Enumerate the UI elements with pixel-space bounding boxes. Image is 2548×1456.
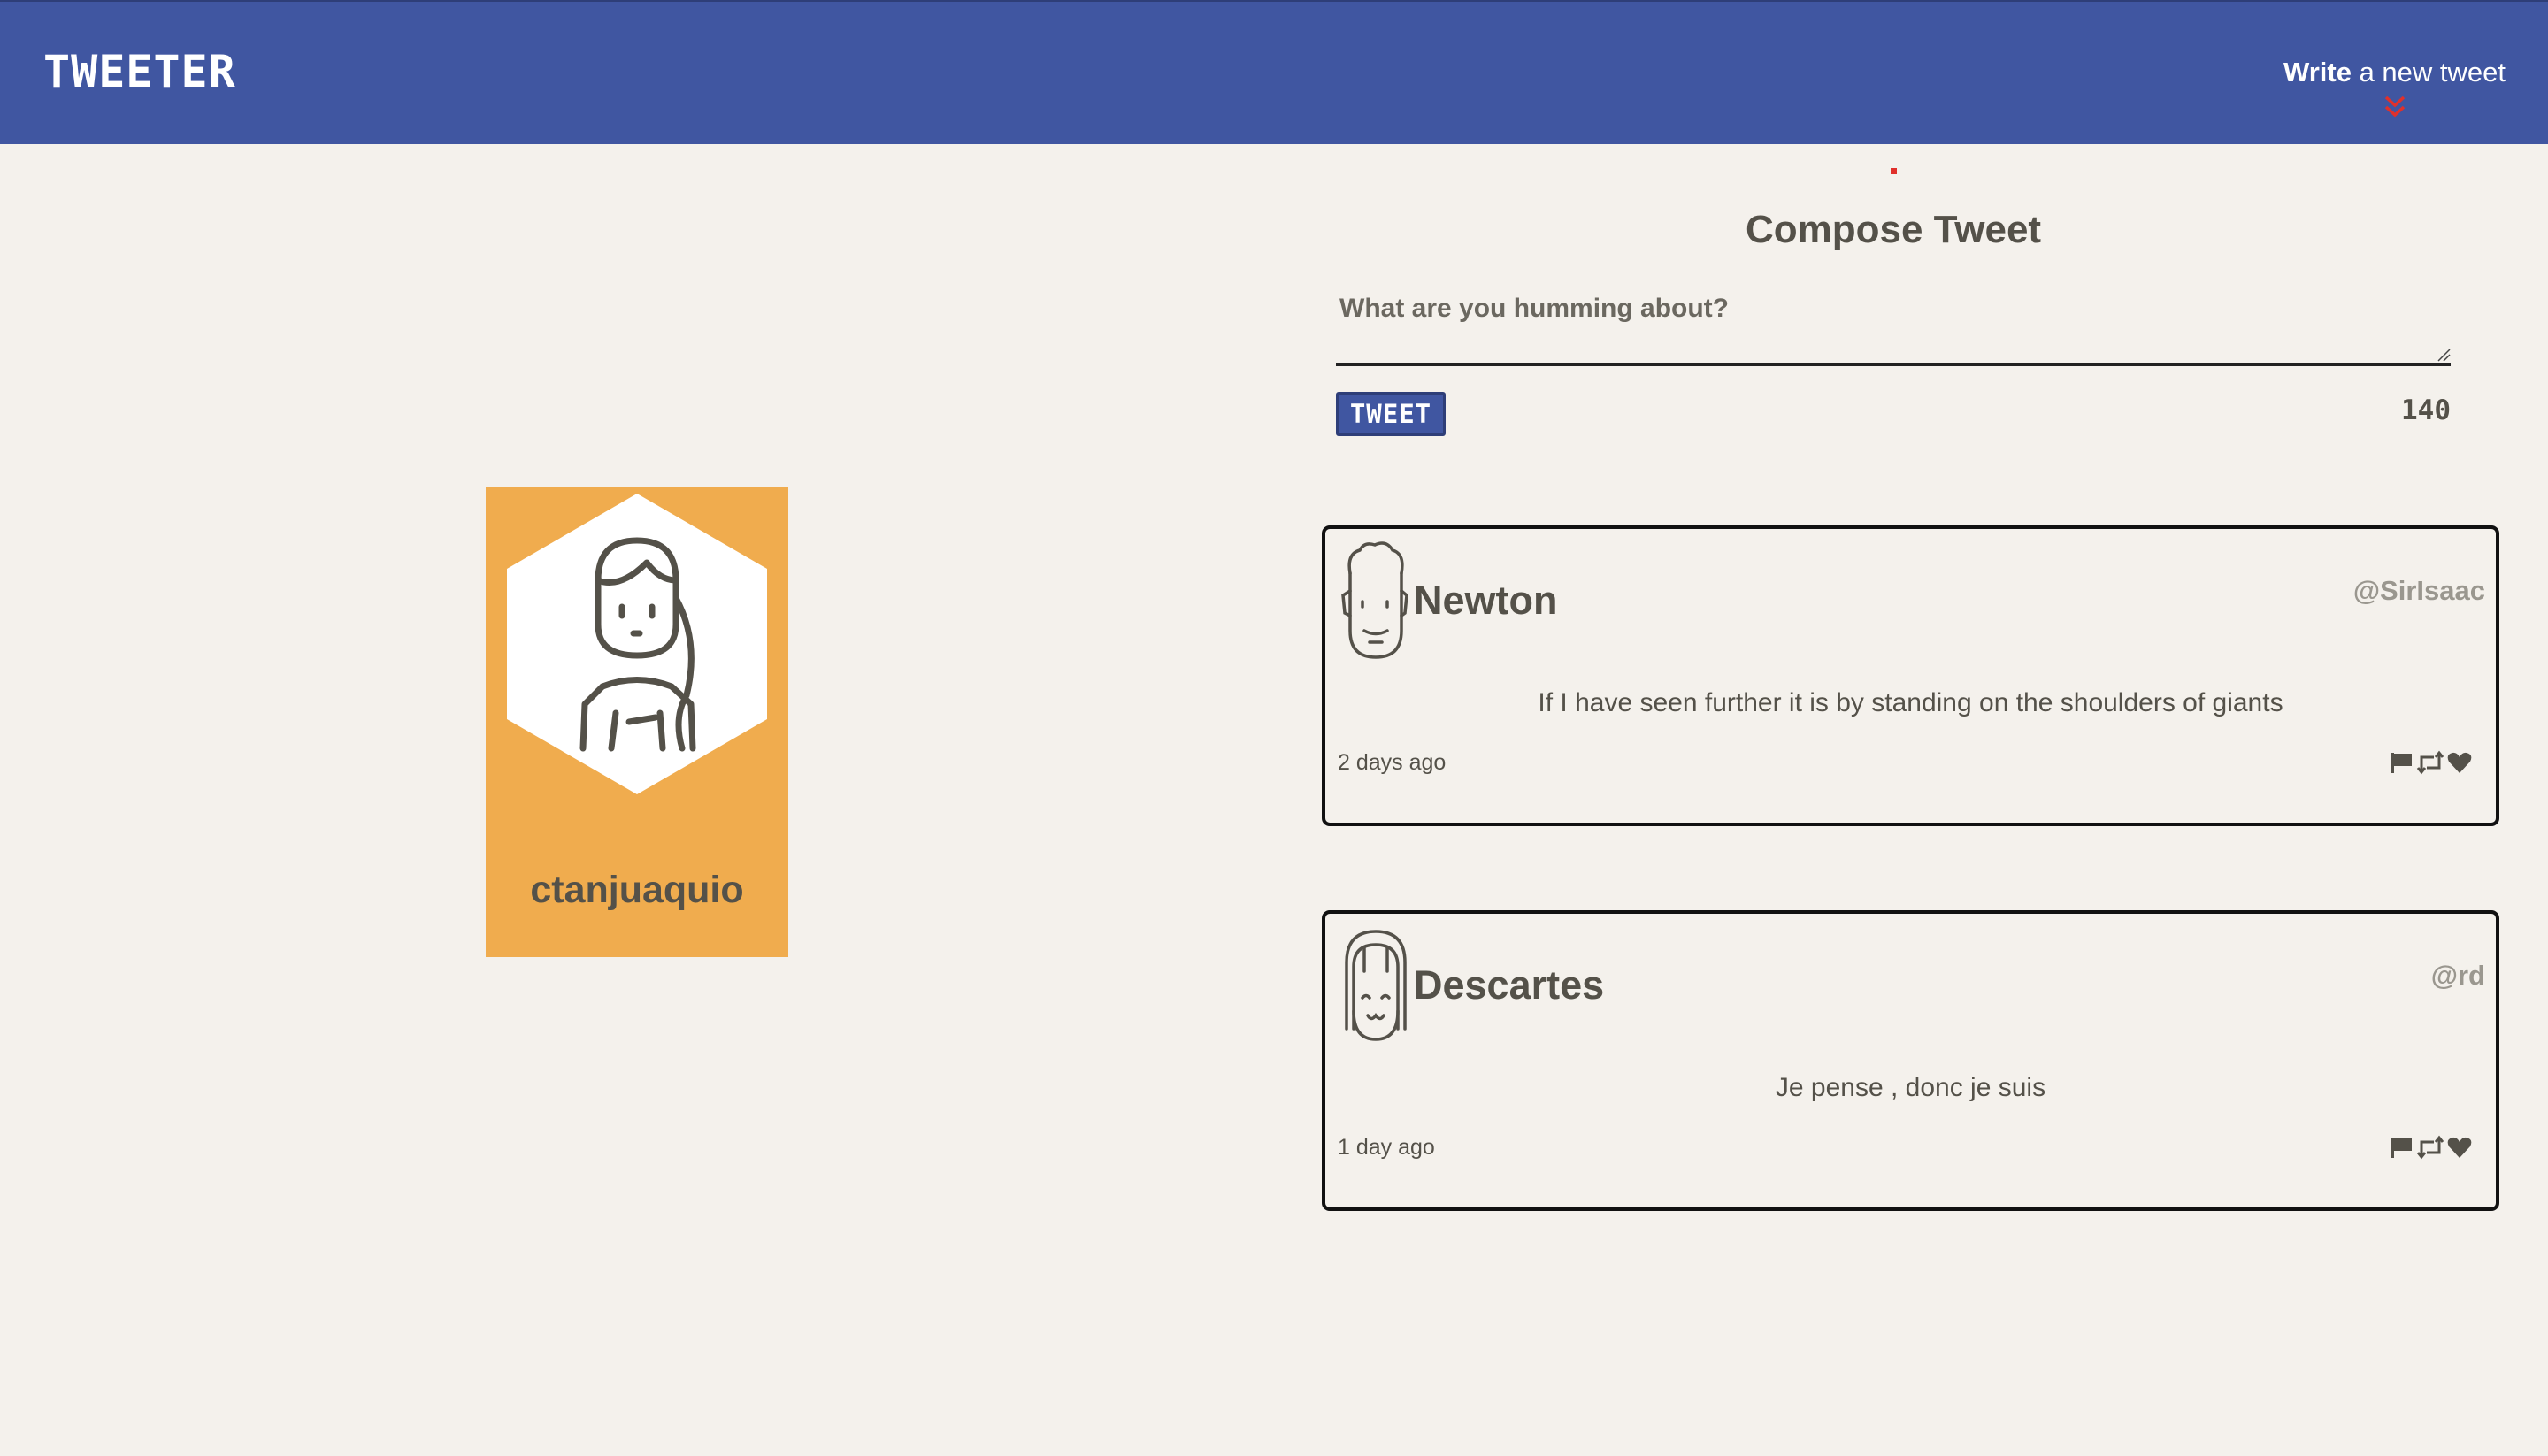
- tweet-card: Descartes @rd Je pense , donc je suis 1 …: [1322, 910, 2499, 1211]
- flag-icon[interactable]: [2388, 1135, 2414, 1160]
- tweet-author-name: Descartes: [1414, 962, 1605, 1008]
- flag-icon[interactable]: [2388, 750, 2414, 775]
- double-chevron-down-icon: [2283, 94, 2506, 120]
- tweet-author-handle: @rd: [2430, 960, 2485, 991]
- tweet-text: If I have seen further it is by standing…: [1538, 688, 2283, 717]
- heart-icon[interactable]: [2446, 1135, 2473, 1160]
- descartes-avatar-icon: [1338, 923, 1408, 1046]
- tweet-author-name: Newton: [1414, 578, 1558, 623]
- profile-handle: ctanjuaquio: [530, 869, 744, 911]
- compose-title: Compose Tweet: [1745, 208, 2042, 251]
- tweet-actions: [2388, 750, 2473, 775]
- error-indicator-dot: [1891, 168, 1897, 174]
- profile-avatar-icon: [505, 492, 769, 796]
- profile-card: ctanjuaquio: [486, 487, 788, 957]
- heart-icon[interactable]: [2446, 750, 2473, 775]
- newton-avatar-icon: [1338, 538, 1408, 662]
- tweet-text: Je pense , donc je suis: [1775, 1073, 2046, 1102]
- brand-logo[interactable]: TWEETER: [43, 46, 236, 97]
- write-label-rest: a new tweet: [2351, 57, 2506, 88]
- tweet-text-input[interactable]: [1336, 281, 2451, 366]
- tweet-actions: [2388, 1135, 2473, 1160]
- tweet-card: Newton @SirIsaac If I have seen further …: [1322, 525, 2499, 826]
- tweet-timestamp: 2 days ago: [1338, 750, 1447, 775]
- write-label-strong: Write: [2283, 57, 2352, 88]
- retweet-icon[interactable]: [2416, 750, 2444, 775]
- tweet-author-handle: @SirIsaac: [2352, 575, 2485, 606]
- tweet-submit-button[interactable]: TWEET: [1336, 392, 1446, 436]
- write-new-tweet-toggle[interactable]: Write a new tweet: [2283, 57, 2506, 118]
- resize-grip-icon[interactable]: [2437, 348, 2451, 362]
- top-nav: TWEETER Write a new tweet: [0, 0, 2548, 144]
- character-counter: 140: [2401, 395, 2451, 426]
- retweet-icon[interactable]: [2416, 1135, 2444, 1160]
- tweet-timestamp: 1 day ago: [1338, 1135, 1435, 1160]
